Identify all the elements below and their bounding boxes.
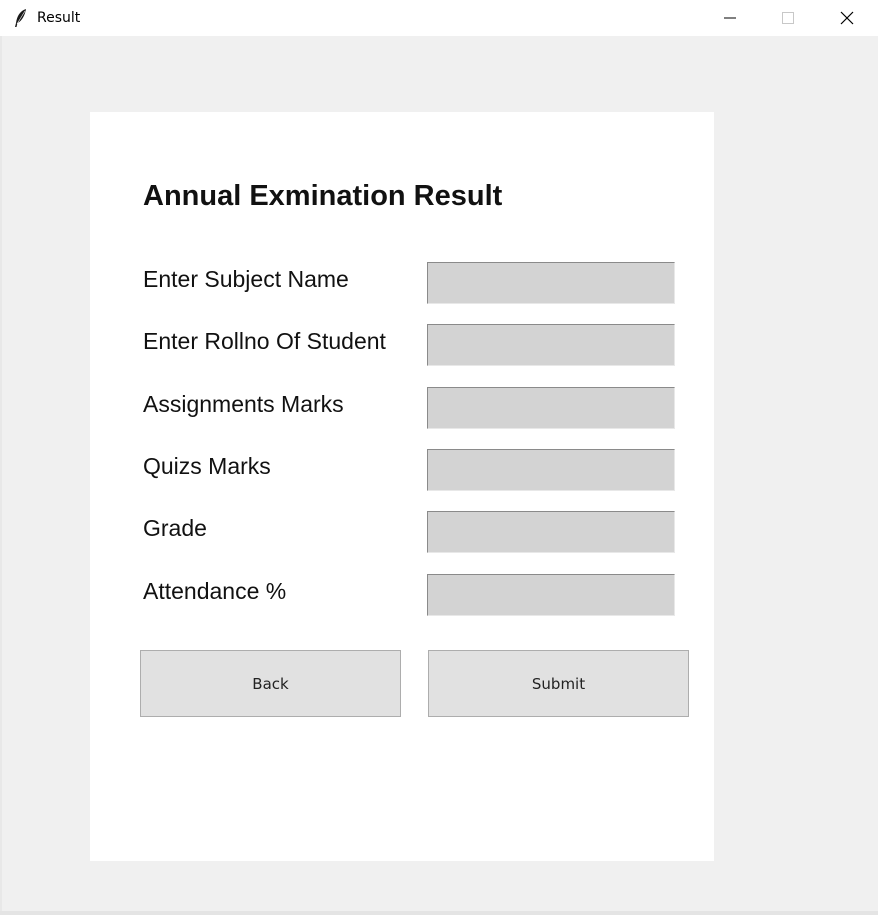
subject-name-label: Enter Subject Name xyxy=(143,266,349,292)
close-button[interactable] xyxy=(818,0,876,36)
back-button[interactable]: Back xyxy=(140,650,401,717)
grade-input[interactable] xyxy=(427,511,675,553)
maximize-icon xyxy=(782,12,794,24)
grade-label: Grade xyxy=(143,515,207,541)
attendance-input[interactable] xyxy=(427,574,675,616)
result-form-panel: Annual Exmination Result Enter Subject N… xyxy=(90,112,714,861)
rollno-label: Enter Rollno Of Student xyxy=(143,328,386,354)
rollno-input[interactable] xyxy=(427,324,675,366)
minimize-button[interactable] xyxy=(701,0,759,36)
minimize-icon xyxy=(724,12,736,24)
close-icon xyxy=(840,11,854,25)
window-bottom-edge xyxy=(0,911,878,915)
page-title: Annual Exmination Result xyxy=(143,180,503,212)
assignments-marks-input[interactable] xyxy=(427,387,675,429)
window-titlebar[interactable]: Result xyxy=(0,0,878,36)
maximize-button[interactable] xyxy=(759,0,817,36)
feather-icon xyxy=(14,8,28,28)
quizs-marks-label: Quizs Marks xyxy=(143,453,271,479)
attendance-label: Attendance % xyxy=(143,578,287,604)
quizs-marks-input[interactable] xyxy=(427,449,675,491)
assignments-marks-label: Assignments Marks xyxy=(143,391,344,417)
subject-name-input[interactable] xyxy=(427,262,675,304)
window-title: Result xyxy=(37,10,81,26)
submit-button[interactable]: Submit xyxy=(428,650,689,717)
window-left-edge xyxy=(0,36,2,915)
